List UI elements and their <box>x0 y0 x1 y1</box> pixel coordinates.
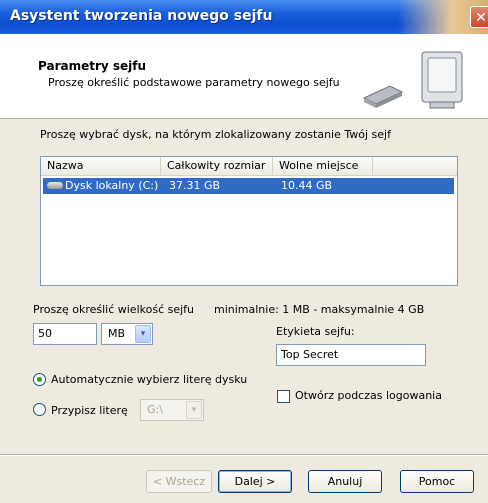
title-bar[interactable]: Asystent tworzenia nowego sejfu ✕ <box>0 0 488 34</box>
disk-row-c[interactable]: Dysk lokalny (C:) 37.31 GB 10.44 GB <box>43 178 454 194</box>
disk-list[interactable]: Nazwa Całkowity rozmiar Wolne miejsce Dy… <box>40 156 458 286</box>
wizard-body: Proszę wybrać dysk, na którym zlokalizow… <box>0 119 488 503</box>
footer-separator <box>0 454 488 456</box>
open-on-login-label[interactable]: Otwórz podczas logowania <box>295 389 442 402</box>
column-free-space[interactable]: Wolne miejsce <box>273 157 373 175</box>
safe-label-caption: Etykieta sejfu: <box>276 325 355 338</box>
size-unit-value: MB <box>108 327 126 340</box>
cancel-button[interactable]: Anuluj <box>308 470 382 493</box>
disk-list-header: Nazwa Całkowity rozmiar Wolne miejsce <box>41 157 457 176</box>
manual-letter-label[interactable]: Przypisz literę <box>51 404 128 417</box>
column-name[interactable]: Nazwa <box>41 157 161 175</box>
disk-prompt-label: Proszę wybrać dysk, na którym zlokalizow… <box>40 128 391 141</box>
auto-letter-radio[interactable] <box>33 373 46 386</box>
next-button[interactable]: Dalej > <box>218 470 292 493</box>
close-icon[interactable]: ✕ <box>470 6 488 28</box>
manual-letter-radio[interactable] <box>33 403 46 416</box>
radio-selected-dot <box>37 377 42 382</box>
help-button[interactable]: Pomoc <box>400 470 474 493</box>
column-total-size[interactable]: Całkowity rozmiar <box>161 157 273 175</box>
hard-drive-icon <box>47 182 63 189</box>
wizard-header: Parametry sejfu Proszę określić podstawo… <box>0 34 488 119</box>
back-button[interactable]: < Wstecz <box>146 470 212 493</box>
monitor-graphic <box>421 51 463 109</box>
size-label: Proszę określić wielkość sejfu <box>33 303 195 316</box>
disk-drive-graphic <box>362 85 404 108</box>
size-limits: minimalnie: 1 MB - maksymalnie 4 GB <box>214 303 425 316</box>
auto-letter-label[interactable]: Automatycznie wybierz literę dysku <box>51 373 247 386</box>
size-input[interactable]: 50 <box>33 323 97 345</box>
window-title: Asystent tworzenia nowego sejfu <box>10 8 273 24</box>
computer-safe-icon <box>362 51 463 109</box>
disk-total-size: 37.31 GB <box>169 179 221 192</box>
open-on-login-checkbox[interactable] <box>277 390 290 403</box>
safe-label-input[interactable]: Top Secret <box>276 344 426 366</box>
chevron-down-icon[interactable]: ▾ <box>186 401 202 419</box>
size-unit-select[interactable]: MB ▾ <box>101 323 153 345</box>
page-title: Parametry sejfu <box>38 59 147 73</box>
disk-free-space: 10.44 GB <box>281 179 333 192</box>
wizard-window: Asystent tworzenia nowego sejfu ✕ Parame… <box>0 0 488 503</box>
drive-letter-select[interactable]: G:\ ▾ <box>140 399 204 421</box>
chevron-down-icon[interactable]: ▾ <box>135 325 151 343</box>
disk-name: Dysk lokalny (C:) <box>65 179 159 192</box>
drive-letter-value: G:\ <box>147 403 163 416</box>
page-subtitle: Proszę określić podstawowe parametry now… <box>48 76 340 89</box>
